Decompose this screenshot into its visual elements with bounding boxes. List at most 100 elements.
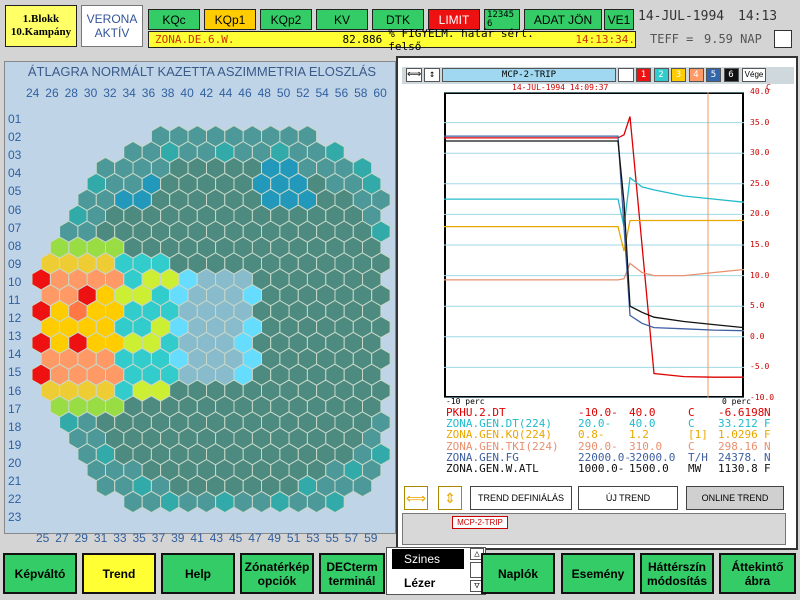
esemeny-button[interactable]: Esemény <box>561 553 635 594</box>
kqp1-button[interactable]: KQp1 <box>204 9 256 30</box>
alarm-text: % FIGYELM. határ sért. felső <box>388 26 534 53</box>
print-option-szines[interactable]: Szines <box>392 549 464 569</box>
map-col-label-bottom: 51 <box>286 531 301 545</box>
teff-checkbox[interactable] <box>774 30 792 48</box>
legend-lo: 0.8- <box>578 428 605 442</box>
map-col-label-top: 58 <box>354 86 368 100</box>
fuel-assembly-hex[interactable] <box>371 188 391 211</box>
fuel-assembly-hex[interactable] <box>371 315 391 339</box>
map-col-label-top: 32 <box>103 86 117 100</box>
map-col-label-top: 48 <box>257 86 271 100</box>
fuel-assembly-hex[interactable] <box>371 284 391 307</box>
legend-flag: F <box>764 462 771 475</box>
legend-unit: [1] <box>688 428 708 442</box>
map-col-label-top: 26 <box>45 86 59 100</box>
trend-y-tick: 10.0 <box>750 270 770 280</box>
vege-button[interactable]: Vége <box>742 68 766 82</box>
trend-y-tick: 30.0 <box>750 148 770 158</box>
map-col-label-bottom: 25 <box>36 531 50 545</box>
new-trend-button[interactable]: ÚJ TREND <box>578 486 678 510</box>
block-campaign-indicator: 1.Blokk 10.Kampány <box>5 5 77 47</box>
fuel-assembly-hex[interactable] <box>371 379 391 402</box>
kqc-button[interactable]: KQc <box>148 9 200 30</box>
map-col-label-top: 56 <box>334 86 349 100</box>
resize-horizontal-icon[interactable]: ⟺ <box>406 68 422 82</box>
pan-vertical-icon[interactable]: ⇕ <box>438 486 462 510</box>
trend-define-button[interactable]: TREND DEFINIÁLÁS <box>470 486 572 510</box>
color-tab-0[interactable] <box>618 68 634 82</box>
legend-val: 298.16 <box>718 439 758 453</box>
color-tab-4[interactable]: 4 <box>688 68 704 82</box>
map-col-label-bottom: 53 <box>306 531 320 545</box>
online-trend-button[interactable]: ONLINE TREND <box>686 486 784 510</box>
color-tab-5[interactable]: 5 <box>706 68 721 82</box>
map-col-label-top: 30 <box>83 86 98 100</box>
help-button[interactable]: Help <box>161 553 235 594</box>
campaign-label: 10.Kampány <box>10 26 72 38</box>
naplok-button[interactable]: Naplók <box>481 553 555 594</box>
alarm-strip[interactable]: ZONA.DE.6.W. 82.886 % FIGYELM. határ sér… <box>148 27 636 53</box>
map-col-label-top: 54 <box>315 86 329 100</box>
verona-status: VERONA AKTÍV <box>81 5 143 47</box>
core-hex-grid[interactable] <box>4 100 396 520</box>
hatterszin-button[interactable]: Háttérszín módosítás <box>640 553 714 594</box>
legend-lo: 290.0- <box>578 439 618 453</box>
attekinto-button[interactable]: Áttekintő ábra <box>719 553 796 594</box>
color-tab-2[interactable]: 2 <box>653 68 669 82</box>
trend-tag[interactable]: MCP-2-TRIP <box>452 516 508 529</box>
trend-y-tick: 0.0 <box>750 331 765 341</box>
kv-button[interactable]: KV <box>316 9 368 30</box>
map-col-label-top: 36 <box>141 86 156 100</box>
legend-name: ZONA.GEN.TKI(224) <box>446 439 559 453</box>
map-col-label-bottom: 59 <box>364 531 378 545</box>
pan-horizontal-icon[interactable]: ⟺ <box>404 486 428 510</box>
color-tab-6[interactable]: 6 <box>723 68 739 82</box>
color-tab-3[interactable]: 3 <box>671 68 686 82</box>
map-col-label-bottom: 39 <box>171 531 185 545</box>
verona-label: VERONA <box>86 12 138 26</box>
header-date: 14-JUL-1994 <box>638 9 725 24</box>
alarm-zone: ZONA.DE.6.W. <box>155 33 235 46</box>
block-label: 1.Blokk <box>22 13 60 25</box>
alarm-value: 82.886 <box>342 33 383 46</box>
fuel-assembly-hex[interactable] <box>371 220 391 243</box>
trend-y-tick: -5.0 <box>750 362 770 372</box>
attekinto-line1: Áttekintő <box>731 559 784 574</box>
resize-vertical-icon[interactable]: ↕ <box>424 68 440 82</box>
fuel-assembly-hex[interactable] <box>371 347 391 370</box>
legend-hi: 1.2 <box>629 428 649 442</box>
legend-hi: 1500.0 <box>629 462 669 475</box>
map-col-label-top: 50 <box>276 86 291 100</box>
trend-y-tick: 40.0 <box>750 87 770 96</box>
map-col-label-bottom: 49 <box>267 531 281 545</box>
legend-hi: 310.0 <box>629 439 663 453</box>
fuel-assembly-hex[interactable] <box>371 443 391 466</box>
kqp2-button[interactable]: KQp2 <box>260 9 312 30</box>
map-col-label-top: 38 <box>161 86 175 100</box>
map-col-label-top: 42 <box>199 86 214 100</box>
trend-y-tick: 25.0 <box>750 178 770 188</box>
kepvalto-button[interactable]: Képváltó <box>3 553 77 594</box>
map-col-label-bottom: 43 <box>209 531 224 545</box>
map-col-label-top: 60 <box>373 86 387 100</box>
decterm-button[interactable]: DECterm terminál <box>319 553 385 594</box>
color-tab-1[interactable]: 1 <box>636 68 651 82</box>
map-col-label-bottom: 29 <box>74 531 88 545</box>
fuel-assembly-hex[interactable] <box>371 411 391 434</box>
fuel-assembly-hex[interactable] <box>371 252 391 275</box>
map-col-label-bottom: 33 <box>113 531 127 545</box>
map-col-label-top: 44 <box>219 86 233 100</box>
trend-y-tick: -10.0 <box>750 393 775 402</box>
decterm-line1: DECterm <box>326 559 378 574</box>
print-option-lezer[interactable]: Lézer <box>392 573 464 593</box>
legend-lo: 1000.0- <box>578 462 625 475</box>
legend-flag: F <box>764 428 771 442</box>
teff-label: TEFF = <box>650 32 694 46</box>
ve1-button[interactable]: VE1 <box>604 9 634 30</box>
header-time: 14:13 <box>738 9 778 24</box>
trend-button[interactable]: Trend <box>82 553 156 594</box>
zonaterkep-button[interactable]: Zónatérkép opciók <box>240 553 314 594</box>
attekinto-line2: ábra <box>744 573 771 588</box>
trend-title: MCP-2-TRIP <box>442 68 616 82</box>
map-title: ÁTLAGRA NORMÁLT KAZETTA ASZIMMETRIA ELOS… <box>27 64 377 79</box>
